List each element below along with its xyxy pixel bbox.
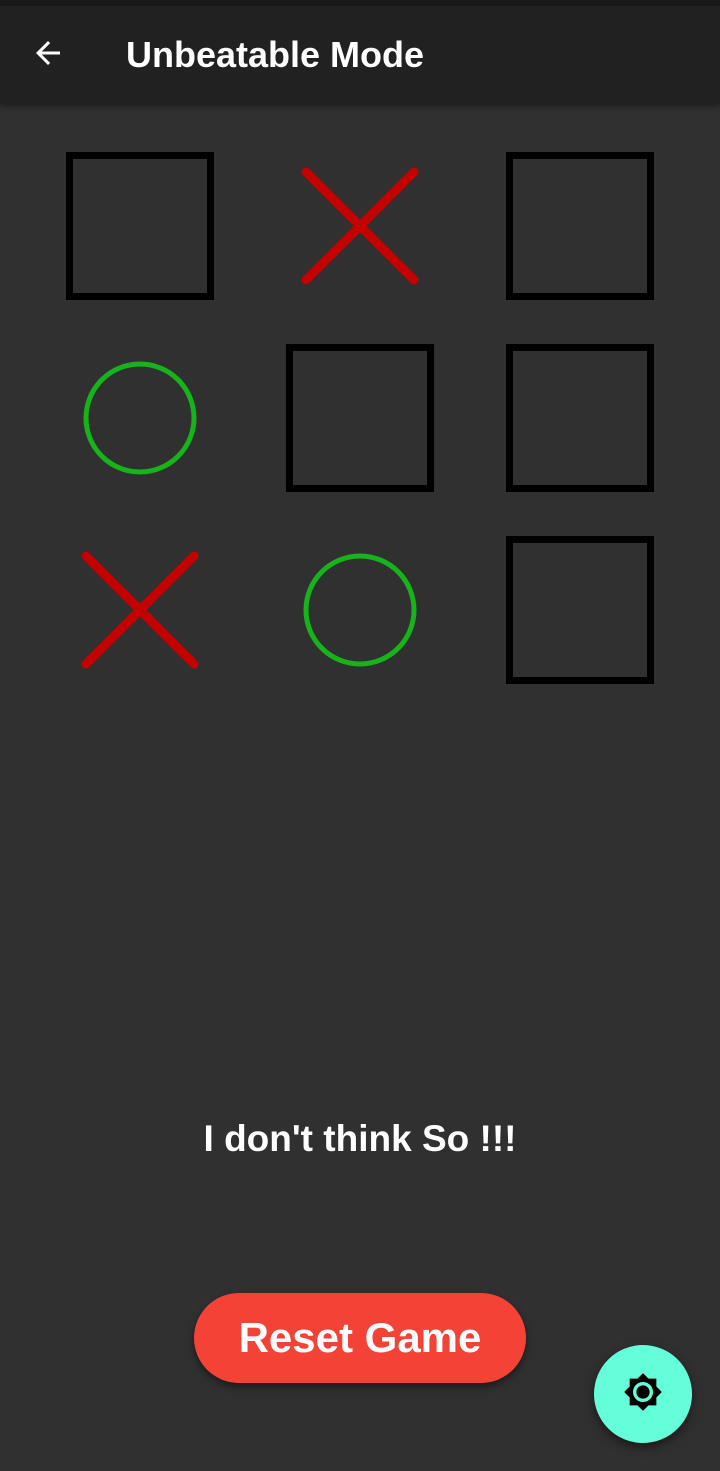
empty-cell-box [506, 536, 654, 684]
cell-2-3[interactable] [470, 322, 690, 514]
cell-3-3[interactable] [470, 514, 690, 706]
x-mark [80, 550, 200, 670]
board-row-1 [30, 130, 690, 322]
brightness-icon [623, 1372, 663, 1417]
empty-cell-box [506, 152, 654, 300]
board-row-3 [30, 514, 690, 706]
cell-2-2[interactable] [250, 322, 470, 514]
theme-toggle-button[interactable] [594, 1345, 692, 1443]
cell-1-3[interactable] [470, 130, 690, 322]
o-mark [80, 358, 200, 478]
cell-1-2[interactable] [250, 130, 470, 322]
cell-3-2[interactable] [250, 514, 470, 706]
board-row-2 [30, 322, 690, 514]
game-board [30, 130, 690, 706]
empty-cell-box [286, 344, 434, 492]
page-title: Unbeatable Mode [126, 34, 425, 75]
arrow-back-icon [30, 35, 66, 76]
x-mark [300, 166, 420, 286]
empty-cell-box [506, 344, 654, 492]
app-bar: Unbeatable Mode [0, 6, 720, 104]
cell-3-1[interactable] [30, 514, 250, 706]
cell-2-1[interactable] [30, 322, 250, 514]
reset-game-button[interactable]: Reset Game [194, 1293, 526, 1383]
empty-cell-box [66, 152, 214, 300]
back-button[interactable] [18, 25, 78, 85]
o-mark [300, 550, 420, 670]
cell-1-1[interactable] [30, 130, 250, 322]
game-status-message: I don't think So !!! [203, 1118, 517, 1159]
